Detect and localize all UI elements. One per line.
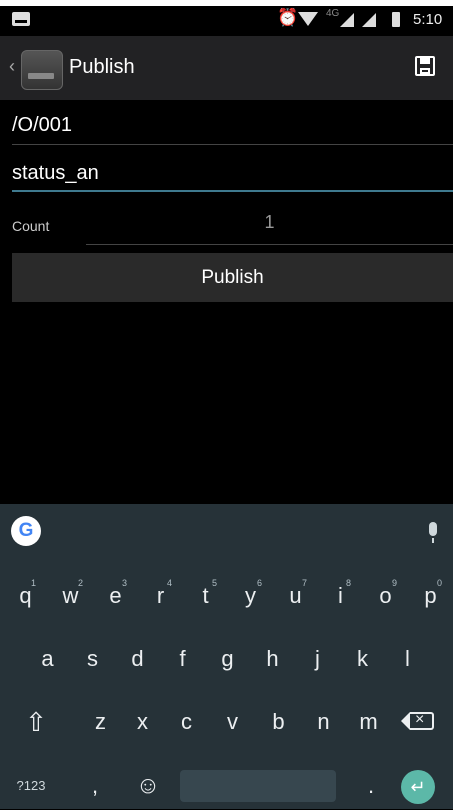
key-x[interactable]: x	[120, 698, 165, 746]
backspace-icon	[401, 708, 434, 732]
alarm-icon: ⏰	[277, 8, 299, 27]
payload-underline-focused	[12, 190, 453, 192]
key-h[interactable]: h	[250, 635, 295, 683]
key-l[interactable]: l	[385, 635, 430, 683]
google-icon[interactable]: G	[11, 516, 41, 546]
key-k[interactable]: k	[340, 635, 385, 683]
key-e[interactable]: e3	[93, 572, 138, 620]
key-m[interactable]: m	[346, 698, 391, 746]
count-underline	[86, 244, 453, 245]
soft-keyboard: G q1 w2 e3 r4 t5 y6 u7 i8 o9 p0 a s d f …	[0, 504, 453, 809]
key-p[interactable]: p0	[408, 572, 453, 620]
back-chevron-icon[interactable]: ‹	[9, 56, 15, 77]
count-input[interactable]: 1	[86, 212, 453, 242]
comma-key[interactable]: ,	[80, 762, 110, 810]
topic-input[interactable]: /O/001	[12, 114, 453, 144]
microphone-icon[interactable]	[429, 522, 437, 543]
key-t[interactable]: t5	[183, 572, 228, 620]
publish-button[interactable]: Publish	[12, 253, 453, 302]
network-type-label: 4G	[326, 8, 340, 19]
action-bar: ‹ Publish	[0, 36, 453, 100]
key-o[interactable]: o9	[363, 572, 408, 620]
shift-key-icon[interactable]: ⇧	[10, 698, 62, 746]
emoji-key-icon[interactable]: ☺	[128, 762, 168, 810]
key-y[interactable]: y6	[228, 572, 273, 620]
keyboard-suggestion-bar: G	[0, 504, 453, 556]
key-v[interactable]: v	[210, 698, 255, 746]
topic-underline	[12, 144, 453, 145]
key-n[interactable]: n	[301, 698, 346, 746]
status-bar: ⏰ 4G 5:10	[0, 6, 453, 36]
key-g[interactable]: g	[205, 635, 250, 683]
period-key[interactable]: .	[356, 762, 386, 810]
wifi-icon	[298, 12, 318, 26]
app-logo-icon[interactable]	[21, 50, 63, 90]
page-title: Publish	[69, 56, 135, 78]
notification-icon	[12, 12, 30, 26]
signal-icon-2	[362, 13, 376, 27]
space-bar[interactable]	[180, 770, 336, 802]
key-s[interactable]: s	[70, 635, 115, 683]
count-label: Count	[12, 218, 50, 234]
key-z[interactable]: z	[78, 698, 123, 746]
key-r[interactable]: r4	[138, 572, 183, 620]
symbols-key[interactable]: ?123	[4, 762, 58, 810]
backspace-key[interactable]	[398, 698, 448, 746]
key-w[interactable]: w2	[48, 572, 93, 620]
payload-input[interactable]: status_an	[12, 162, 453, 190]
key-j[interactable]: j	[295, 635, 340, 683]
battery-icon	[392, 12, 400, 27]
key-f[interactable]: f	[160, 635, 205, 683]
status-time: 5:10	[413, 11, 443, 28]
signal-icon	[340, 13, 354, 27]
key-b[interactable]: b	[256, 698, 301, 746]
key-a[interactable]: a	[25, 635, 70, 683]
key-u[interactable]: u7	[273, 572, 318, 620]
key-d[interactable]: d	[115, 635, 160, 683]
key-q[interactable]: q1	[3, 572, 48, 620]
key-i[interactable]: i8	[318, 572, 363, 620]
key-c[interactable]: c	[164, 698, 209, 746]
save-icon[interactable]	[415, 56, 435, 76]
enter-key-icon[interactable]: ↵	[401, 770, 435, 804]
